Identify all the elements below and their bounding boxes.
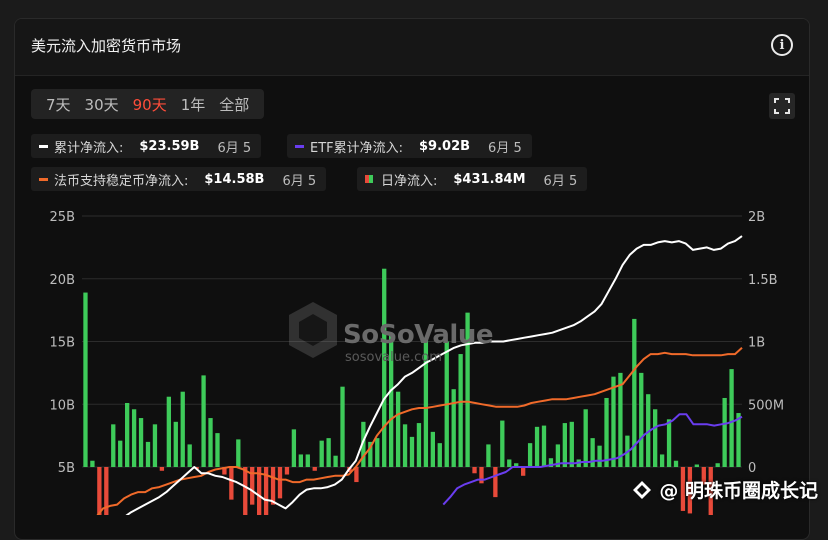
daily-bar — [215, 433, 220, 467]
daily-bar — [208, 418, 213, 467]
left-axis-tick: 20B — [50, 273, 75, 288]
daily-bar — [618, 372, 623, 467]
weibo-logo-icon — [633, 480, 652, 499]
daily-bar — [90, 460, 95, 467]
daily-bar — [375, 438, 380, 467]
daily-bar — [284, 467, 290, 475]
daily-bar — [534, 426, 540, 467]
daily-bar — [583, 409, 588, 467]
sosovalue-logo-icon — [287, 300, 339, 364]
daily-bar — [569, 421, 574, 467]
left-axis-tick: 10B — [50, 398, 75, 413]
daily-bar — [236, 439, 241, 467]
watermark-brand: SoSoValue — [343, 320, 493, 350]
daily-bar — [458, 354, 463, 467]
daily-bar — [590, 438, 595, 467]
daily-bar — [270, 467, 276, 505]
daily-bar — [395, 391, 401, 467]
daily-bar — [97, 467, 102, 515]
daily-bar — [243, 467, 248, 515]
daily-bar — [611, 376, 616, 467]
daily-bar — [639, 372, 644, 467]
daily-bar — [507, 459, 512, 467]
author-credit: @ 明珠币圈成长记 — [631, 476, 818, 503]
watermark-url: sosovalue.com — [345, 350, 442, 365]
daily-bar — [159, 467, 165, 471]
daily-bar — [430, 431, 435, 467]
daily-bar — [138, 418, 144, 467]
daily-bar — [166, 396, 171, 467]
left-axis-tick: 15B — [50, 336, 75, 351]
daily-bar — [521, 467, 526, 476]
author-handle: @ 明珠币圈成长记 — [659, 480, 818, 502]
daily-bar — [111, 424, 116, 467]
daily-bar — [83, 292, 88, 467]
daily-bar — [312, 467, 317, 471]
left-axis-tick: 5B — [58, 461, 75, 476]
daily-bar — [541, 425, 547, 467]
daily-bar — [416, 423, 422, 467]
daily-bar — [722, 397, 727, 467]
daily-bar — [291, 429, 297, 467]
daily-bar — [326, 438, 331, 467]
daily-bar — [131, 409, 137, 467]
right-axis-tick: 2B — [748, 210, 765, 225]
daily-bar — [597, 445, 602, 467]
daily-bar — [180, 391, 185, 467]
daily-bar — [659, 454, 665, 467]
daily-bar — [653, 409, 658, 467]
daily-bar — [319, 440, 324, 467]
daily-bar — [173, 421, 178, 467]
daily-bar — [187, 444, 192, 467]
daily-bar — [694, 464, 699, 467]
right-axis-tick: 500M — [748, 398, 784, 413]
daily-bar — [500, 420, 505, 467]
daily-bar — [729, 369, 734, 467]
daily-bar — [562, 423, 567, 467]
daily-bar — [152, 424, 158, 467]
right-axis-tick: 1.5B — [748, 273, 778, 288]
daily-bar — [527, 443, 533, 467]
daily-bar — [472, 467, 477, 474]
left-axis-tick: 25B — [50, 210, 75, 225]
daily-bar — [409, 436, 415, 467]
daily-bar — [277, 467, 283, 499]
daily-bar — [333, 455, 338, 467]
flow-chart: 5B 10B 15B 20B 25B 0 500M 1B 1.5B 2B — [50, 210, 784, 515]
daily-bar — [382, 268, 387, 467]
daily-bar — [451, 389, 456, 467]
daily-bar — [305, 454, 310, 467]
daily-bar — [118, 440, 123, 467]
daily-bar — [145, 441, 151, 467]
daily-bar — [736, 413, 741, 467]
daily-bar — [201, 375, 206, 467]
right-axis-tick: 0 — [748, 461, 756, 476]
daily-bar — [229, 467, 234, 500]
daily-bar — [715, 463, 720, 467]
daily-bar — [673, 460, 679, 467]
daily-bar — [666, 419, 672, 467]
daily-bar — [402, 424, 408, 467]
daily-bar — [125, 402, 130, 467]
daily-bar — [493, 467, 498, 498]
daily-bar — [486, 444, 491, 467]
daily-bar — [604, 397, 609, 467]
daily-bar — [437, 443, 442, 467]
daily-bar — [479, 467, 484, 484]
right-axis-tick: 1B — [748, 336, 765, 351]
daily-bar — [340, 386, 345, 467]
daily-bar — [298, 454, 303, 467]
